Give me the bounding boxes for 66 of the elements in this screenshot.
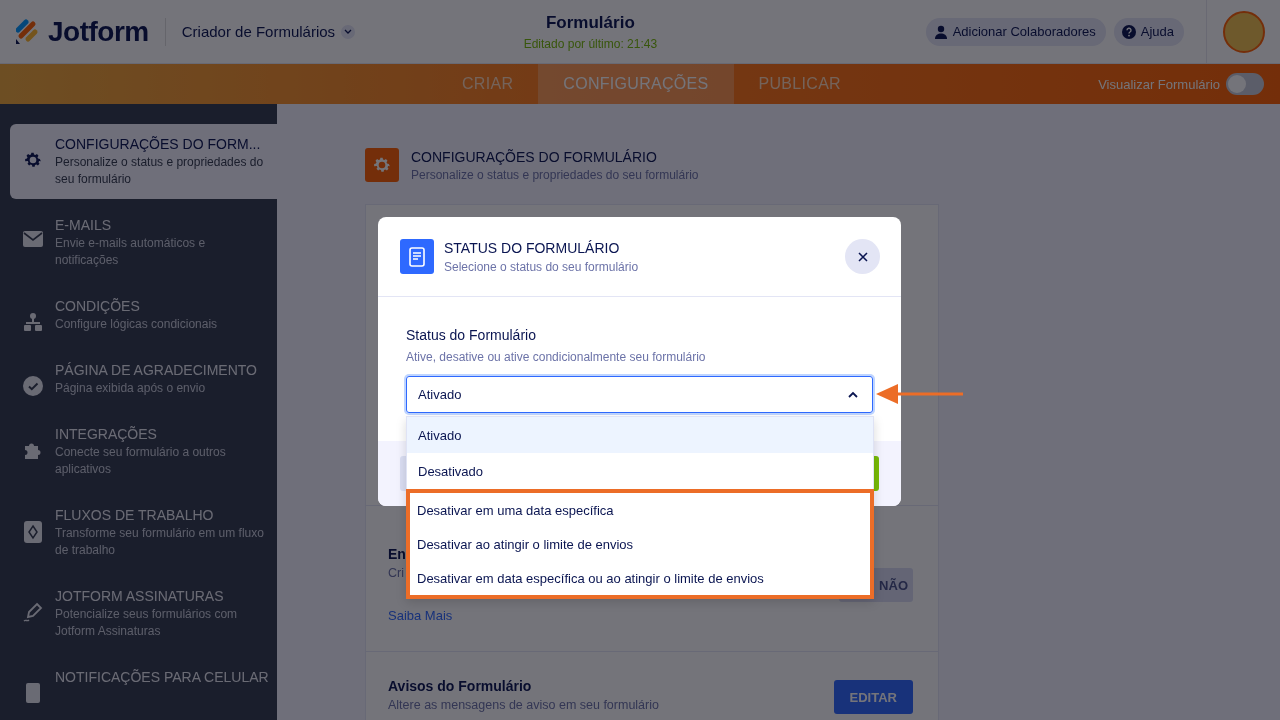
setting-title: Avisos do Formulário	[388, 678, 533, 694]
pen-icon	[23, 602, 43, 622]
field-hint: Ative, desative ou ative condicionalmente seu formulário	[406, 350, 707, 364]
sidebar-item[interactable]: E-MAILS Envie e-mails automáticos e notificações	[10, 205, 277, 280]
sidebar-item-title: CONDIÇÕES	[55, 298, 141, 314]
sidebar-item[interactable]: NOTIFICAÇÕES PARA CELULAR	[10, 657, 277, 714]
dialog-subtitle: Selecione o status do seu formulário	[444, 259, 640, 274]
help-icon	[1121, 24, 1136, 39]
last-edited-text: Editado por último: 21:43	[523, 36, 658, 51]
help-button[interactable]: Ajuda	[1113, 17, 1184, 46]
learn-more-link[interactable]: Saiba Mais	[388, 608, 453, 623]
avatar[interactable]	[1222, 10, 1265, 53]
preview-label: Visualizar Formulário	[1098, 76, 1220, 92]
logo-icon	[16, 18, 40, 45]
sidebar-item[interactable]: PÁGINA DE AGRADECIMENTO Página exibida após o envio	[10, 350, 277, 408]
dropdown-option[interactable]: Desativar ao atingir o limite de envios	[410, 527, 870, 561]
sidebar-item-description: Página exibida após o envio	[55, 380, 207, 397]
setting-description: Altere as mensagens de aviso em seu formulário	[388, 698, 659, 712]
workflow-icon	[24, 521, 42, 543]
sidebar-item[interactable]: CONDIÇÕES Configure lógicas condicionais	[10, 286, 277, 344]
sidebar-item[interactable]: INTEGRAÇÕES Conecte seu formulário a outros aplicativos	[10, 414, 277, 489]
gear-icon	[23, 150, 43, 170]
check-circle-icon	[23, 376, 43, 396]
sidebar-item-title: JOTFORM ASSINATURAS	[55, 588, 225, 604]
chevron-down-icon[interactable]	[341, 24, 356, 39]
sidebar-item-description: Potencialize seus formulários com Jotform Assinaturas	[55, 606, 239, 640]
close-button[interactable]	[845, 239, 880, 274]
preview-toggle[interactable]	[1226, 73, 1264, 95]
sidebar-item-title: NOTIFICAÇÕES PARA CELULAR	[55, 669, 269, 685]
close-icon	[857, 251, 868, 262]
edit-button[interactable]: EDITAR	[833, 680, 913, 714]
logo-text: Jotform	[48, 15, 149, 48]
sidebar-item-description: Personalize o status e propriedades do seu formulário	[55, 154, 265, 188]
document-icon	[400, 239, 434, 274]
sidebar-item-title: E-MAILS	[55, 217, 112, 233]
dialog-title: STATUS DO FORMULÁRIO	[444, 239, 621, 256]
arrow-icon	[876, 384, 964, 404]
sidebar-item-description: Envie e-mails automáticos e notificações	[55, 235, 207, 269]
field-label: Status do Formulário	[406, 327, 537, 343]
form-title: Formulário	[546, 12, 635, 33]
sidebar-item[interactable]: CONFIGURAÇÕES DO FORM... Personalize o status e propriedades do seu formulário	[10, 124, 277, 199]
sidebar-item-description: Conecte seu formulário a outros aplicativos	[55, 444, 227, 478]
envelope-icon	[23, 231, 43, 247]
sidebar-item-title: FLUXOS DE TRABALHO	[55, 507, 215, 523]
sidebar-item[interactable]: FLUXOS DE TRABALHO Transforme seu formulário em um fluxo de trabalho	[10, 495, 277, 570]
sidebar-item[interactable]: JOTFORM ASSINATURAS Potencialize seus formulários com Jotform Assinaturas	[10, 576, 277, 651]
hierarchy-icon	[23, 312, 43, 332]
dropdown-option[interactable]: Desativado	[407, 453, 873, 489]
sidebar-item-title: CONFIGURAÇÕES DO FORM...	[55, 136, 262, 152]
add-collaborators-button[interactable]: Adicionar Colaboradores	[925, 17, 1106, 46]
nav-tab[interactable]: PUBLICAR	[733, 64, 866, 104]
dropdown-option[interactable]: Ativado	[407, 417, 873, 453]
status-dropdown[interactable]: Ativado	[406, 376, 873, 413]
chevron-up-icon	[848, 391, 858, 398]
section-title: CONFIGURAÇÕES DO FORMULÁRIO	[411, 148, 658, 165]
sidebar-item-description: Transforme seu formulário em um fluxo de trabalho	[55, 525, 265, 559]
phone-icon	[26, 683, 40, 703]
builder-title: Criador de Formulários	[181, 23, 336, 40]
gear-icon	[372, 155, 392, 175]
sidebar-item-title: INTEGRAÇÕES	[55, 426, 158, 442]
sidebar-item-title: PÁGINA DE AGRADECIMENTO	[55, 362, 257, 378]
section-subtitle: Personalize o status e propriedades do seu formulário	[411, 167, 699, 182]
user-icon	[933, 24, 948, 39]
dropdown-option[interactable]: Desativar em uma data específica	[410, 493, 870, 527]
setting-title: En	[388, 546, 407, 562]
sidebar-item-description: Configure lógicas condicionais	[55, 316, 218, 333]
